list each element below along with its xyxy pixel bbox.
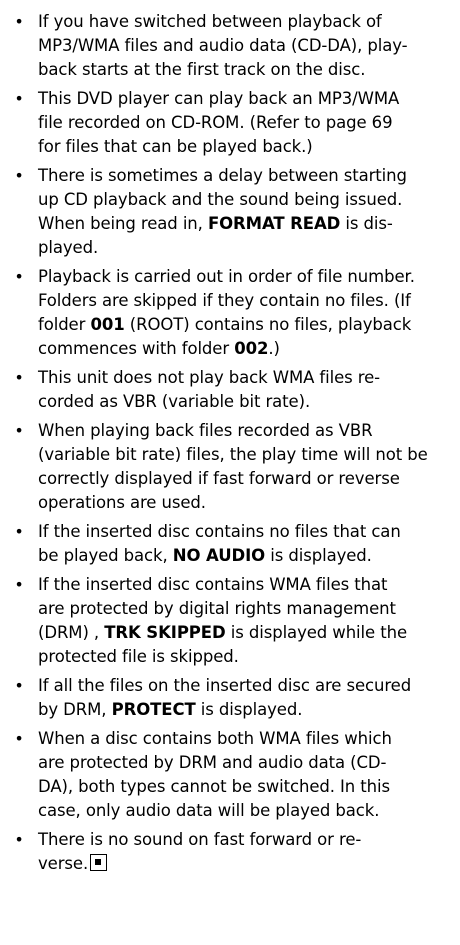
bullet-icon: • — [14, 830, 24, 849]
end-of-section-icon — [90, 854, 108, 871]
note-text: Folders are skipped if they contain no f… — [38, 291, 411, 310]
note-text: correctly displayed if fast forward or r… — [38, 469, 400, 488]
note-text: There is no sound on fast forward or re- — [38, 830, 362, 849]
manual-page: • If you have switched between playback o… — [0, 0, 460, 945]
note-text: Playback is carried out in order of file… — [38, 267, 415, 286]
note-item: • This DVD player can play back an MP3/WM… — [13, 87, 448, 159]
note-text: is displayed. — [195, 700, 303, 719]
note-text: are protected by digital rights manageme… — [38, 599, 396, 618]
display-message: FORMAT READ — [207, 214, 341, 233]
note-text: If all the files on the inserted disc ar… — [38, 676, 412, 695]
note-text: If the inserted disc contains no files t… — [38, 522, 401, 541]
note-text: corded as VBR (variable bit rate). — [38, 392, 311, 411]
note-text: is dis- — [340, 214, 393, 233]
bullet-icon: • — [14, 729, 24, 748]
note-item: • There is sometimes a delay between star… — [13, 164, 448, 260]
display-message: TRK SKIPPED — [104, 623, 226, 642]
note-text: There is sometimes a delay between start… — [38, 166, 407, 185]
note-text: operations are used. — [38, 493, 206, 512]
note-text: This DVD player can play back an MP3/WMA — [38, 89, 400, 108]
note-text: (variable bit rate) files, the play time… — [38, 445, 428, 464]
bullet-icon: • — [14, 575, 24, 594]
display-message: 002 — [234, 339, 269, 358]
note-item: • If you have switched between playback o… — [13, 10, 448, 82]
note-text: This unit does not play back WMA files r… — [38, 368, 381, 387]
note-text: be played back, — [38, 546, 173, 565]
note-text: is displayed while the — [225, 623, 408, 642]
note-text: (ROOT) contains no files, playback — [124, 315, 412, 334]
note-item: • Playback is carried out in order of fil… — [13, 265, 448, 361]
note-text: file recorded on CD-ROM. (Refer to page … — [38, 113, 393, 132]
note-text: commences with folder — [38, 339, 235, 358]
note-text: by DRM, — [38, 700, 112, 719]
note-text: up CD playback and the sound being issue… — [38, 190, 403, 209]
display-message: PROTECT — [111, 700, 196, 719]
note-text: .) — [268, 339, 280, 358]
display-message: NO AUDIO — [172, 546, 266, 565]
note-item: • When a disc contains both WMA files whi… — [13, 727, 448, 823]
bullet-icon: • — [14, 267, 24, 286]
note-text: DA), both types cannot be switched. In t… — [38, 777, 391, 796]
bullet-icon: • — [14, 12, 24, 31]
bullet-icon: • — [14, 522, 24, 541]
note-text: folder — [38, 315, 91, 334]
note-item: • There is no sound on fast forward or re… — [13, 828, 448, 876]
note-text: MP3/WMA files and audio data (CD-DA), pl… — [38, 36, 408, 55]
note-text: are protected by DRM and audio data (CD- — [38, 753, 387, 772]
note-text: back starts at the first track on the di… — [38, 60, 366, 79]
note-text: for files that can be played back.) — [38, 137, 313, 156]
note-text: case, only audio data will be played bac… — [38, 801, 380, 820]
note-text: verse. — [38, 854, 89, 873]
note-text: protected file is skipped. — [38, 647, 239, 666]
note-item: • If the inserted disc contains WMA files… — [13, 573, 448, 669]
note-item: • This unit does not play back WMA files … — [13, 366, 448, 414]
note-text: When a disc contains both WMA files whic… — [38, 729, 392, 748]
note-text: If the inserted disc contains WMA files … — [38, 575, 388, 594]
display-message: 001 — [90, 315, 125, 334]
note-text: played. — [38, 238, 99, 257]
note-text: is displayed. — [265, 546, 372, 565]
note-item: • When playing back files recorded as VBR… — [13, 419, 448, 515]
bullet-icon: • — [14, 166, 24, 185]
bullet-icon: • — [14, 421, 24, 440]
note-text: When playing back files recorded as VBR — [38, 421, 373, 440]
bullet-icon: • — [14, 89, 24, 108]
note-item: • If all the files on the inserted disc a… — [13, 674, 448, 722]
note-text: (DRM) , — [38, 623, 105, 642]
note-item: • If the inserted disc contains no files … — [13, 520, 448, 568]
notes-list: • If you have switched between playback o… — [13, 10, 448, 876]
bullet-icon: • — [14, 676, 24, 695]
note-text: If you have switched between playback of — [38, 12, 382, 31]
note-text: When being read in, — [38, 214, 208, 233]
bullet-icon: • — [14, 368, 24, 387]
